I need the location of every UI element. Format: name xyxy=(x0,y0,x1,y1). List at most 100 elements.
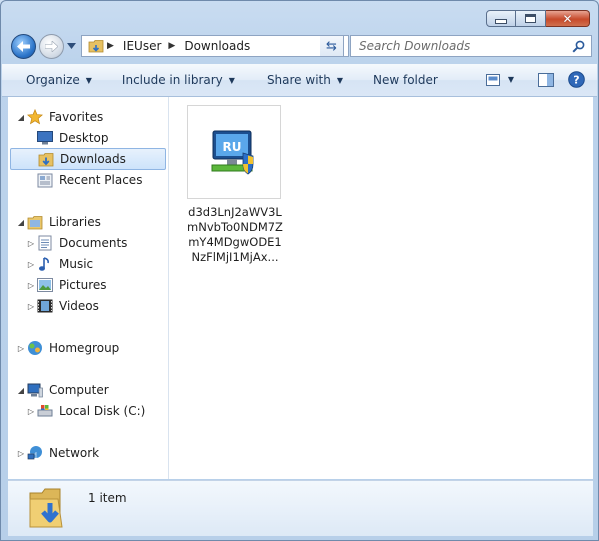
organize-menu[interactable]: Organize ▼ xyxy=(26,73,92,87)
libraries-icon xyxy=(26,214,44,230)
nav-item-local-disk[interactable]: ▷ Local Disk (C:) xyxy=(26,401,145,421)
forward-arrow-icon xyxy=(45,41,58,52)
include-in-library-menu[interactable]: Include in library ▼ xyxy=(122,73,235,87)
minimize-button[interactable] xyxy=(486,10,516,27)
nav-item-pictures[interactable]: ▷ Pictures xyxy=(26,275,107,295)
help-icon[interactable]: ? xyxy=(568,71,585,88)
collapsed-arrow-icon[interactable]: ▷ xyxy=(16,449,26,458)
command-bar: Organize ▼ Include in library ▼ Share with… xyxy=(2,64,597,97)
nav-item-desktop[interactable]: Desktop xyxy=(36,128,109,148)
expanded-arrow-icon[interactable]: ◢ xyxy=(16,218,26,227)
search-icon[interactable] xyxy=(572,40,585,53)
include-in-library-label: Include in library xyxy=(121,73,223,87)
chevron-down-icon[interactable]: ▼ xyxy=(508,75,514,84)
maximize-button[interactable] xyxy=(516,10,546,27)
chevron-down-icon: ▼ xyxy=(228,75,235,85)
search-input[interactable] xyxy=(357,38,571,54)
forward-button[interactable] xyxy=(39,34,64,59)
downloads-folder-icon xyxy=(37,151,55,167)
refresh-button[interactable]: ⇆ xyxy=(320,35,344,57)
documents-icon xyxy=(36,235,54,251)
view-controls: ▼ ? xyxy=(485,71,585,88)
nav-favorites-label: Favorites xyxy=(49,110,104,124)
recent-places-icon xyxy=(36,172,54,188)
caption-buttons: ✕ xyxy=(486,10,590,27)
collapsed-arrow-icon[interactable]: ▷ xyxy=(16,344,26,353)
nav-item-label: Recent Places xyxy=(59,173,143,187)
search-box[interactable] xyxy=(350,35,592,57)
computer-icon xyxy=(26,382,44,398)
item-count: 1 item xyxy=(88,491,127,505)
back-button[interactable] xyxy=(11,34,36,59)
chevron-down-icon: ▼ xyxy=(85,75,92,85)
breadcrumb-separator[interactable]: ▶ xyxy=(107,41,114,51)
share-with-menu[interactable]: Share with ▼ xyxy=(267,73,343,87)
folder-icon xyxy=(88,39,104,53)
nav-item-music[interactable]: ▷ Music xyxy=(26,254,93,274)
network-icon xyxy=(26,445,44,461)
details-pane: 1 item xyxy=(8,480,593,536)
nav-network[interactable]: ▷ Network xyxy=(16,443,99,463)
recent-pages-dropdown-icon[interactable] xyxy=(67,43,76,49)
collapsed-arrow-icon[interactable]: ▷ xyxy=(26,239,36,248)
nav-homegroup-label: Homegroup xyxy=(49,341,120,355)
navigation-row: ▶ IEUser ▶ Downloads ▼ ⇆ xyxy=(9,34,592,60)
collapsed-arrow-icon[interactable]: ▷ xyxy=(26,302,36,311)
file-thumbnail: RU xyxy=(187,105,281,199)
breadcrumb-downloads[interactable]: Downloads xyxy=(184,39,250,53)
expanded-arrow-icon[interactable]: ◢ xyxy=(16,386,26,395)
nav-item-label: Videos xyxy=(59,299,99,313)
installer-shield-icon: RU xyxy=(211,130,254,175)
star-icon xyxy=(26,109,44,125)
nav-item-label: Local Disk (C:) xyxy=(59,404,146,418)
close-button[interactable]: ✕ xyxy=(546,10,590,27)
change-view-button[interactable]: ▼ xyxy=(485,73,514,86)
new-folder-button[interactable]: New folder xyxy=(373,73,438,87)
breadcrumb-separator[interactable]: ▶ xyxy=(168,41,175,51)
refresh-icon: ⇆ xyxy=(326,38,337,54)
file-name: d3d3LnJ2aWV3LmNvbTo0NDM7ZmY4MDgwODE1NzFl… xyxy=(187,205,283,264)
maximize-icon xyxy=(525,14,536,23)
breadcrumb-ieuser[interactable]: IEUser xyxy=(123,39,161,53)
file-item[interactable]: RU d3d3LnJ2aWV3LmNvbTo0NDM7ZmY4MDgwODE1N… xyxy=(187,105,283,265)
collapsed-arrow-icon[interactable]: ▷ xyxy=(26,260,36,269)
nav-homegroup[interactable]: ▷ Homegroup xyxy=(16,338,119,358)
nav-item-recent-places[interactable]: Recent Places xyxy=(36,170,142,190)
address-bar[interactable]: ▶ IEUser ▶ Downloads ▼ xyxy=(81,35,349,57)
nav-item-videos[interactable]: ▷ Videos xyxy=(26,296,99,316)
downloads-folder-icon xyxy=(29,488,63,528)
share-with-label: Share with xyxy=(266,73,331,87)
nav-computer-label: Computer xyxy=(49,383,109,397)
videos-icon xyxy=(36,298,54,314)
chevron-down-icon: ▼ xyxy=(336,75,343,85)
nav-favorites[interactable]: ◢ Favorites xyxy=(16,107,103,127)
preview-pane-icon[interactable] xyxy=(538,72,554,87)
nav-item-label: Pictures xyxy=(59,278,107,292)
nav-item-downloads[interactable]: Downloads xyxy=(10,148,166,170)
pictures-icon xyxy=(36,277,54,293)
nav-item-label: Documents xyxy=(59,236,128,250)
collapsed-arrow-icon[interactable]: ▷ xyxy=(26,281,36,290)
nav-item-label: Desktop xyxy=(59,131,109,145)
minimize-icon xyxy=(495,19,507,24)
close-icon: ✕ xyxy=(562,11,573,26)
file-list-pane: RU d3d3LnJ2aWV3LmNvbTo0NDM7ZmY4MDgwODE1N… xyxy=(169,97,593,479)
homegroup-icon xyxy=(26,340,44,356)
explorer-window: ✕ ▶ IEUser ▶ Downloads ▼ ⇆ xyxy=(0,0,599,541)
nav-computer[interactable]: ◢ Computer xyxy=(16,380,109,400)
nav-libraries[interactable]: ◢ Libraries xyxy=(16,212,101,232)
nav-item-documents[interactable]: ▷ Documents xyxy=(26,233,127,253)
expanded-arrow-icon[interactable]: ◢ xyxy=(16,113,26,122)
nav-item-label: Downloads xyxy=(60,152,126,166)
organize-label: Organize xyxy=(26,73,80,87)
navigation-pane: ◢ Favorites Desktop Downloads Recent Pla… xyxy=(8,97,169,479)
collapsed-arrow-icon[interactable]: ▷ xyxy=(26,407,36,416)
nav-network-label: Network xyxy=(49,446,100,460)
music-icon xyxy=(36,256,54,272)
svg-text:?: ? xyxy=(573,74,579,87)
view-icon xyxy=(485,73,500,86)
nav-item-label: Music xyxy=(59,257,94,271)
nav-libraries-label: Libraries xyxy=(49,215,101,229)
svg-text:RU: RU xyxy=(223,140,242,154)
new-folder-label: New folder xyxy=(373,73,438,87)
